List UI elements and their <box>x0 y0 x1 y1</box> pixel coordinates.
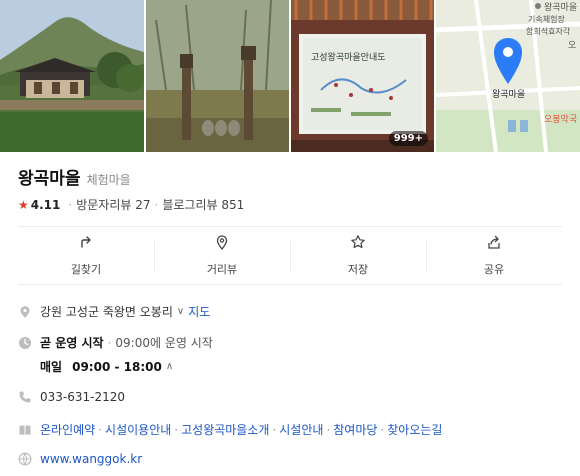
phone-row: 033-631-2120 <box>18 390 125 404</box>
rating-score: 4.11 <box>30 197 61 212</box>
chevron-down-icon[interactable]: ∨ <box>177 306 184 317</box>
share-icon <box>486 234 502 254</box>
title-row: 왕곡마을 체험마을 <box>18 164 131 189</box>
map-link[interactable]: 지도 <box>188 303 210 320</box>
menu-link-online-reservation[interactable]: 온라인예약 <box>40 421 95 438</box>
street-view-label: 거리뷰 <box>206 263 238 276</box>
directions-label: 길찾기 <box>70 263 102 276</box>
menu-links-row: 온라인예약 · 시설이용안내 · 고성왕곡마을소개 · 시설안내 · 참여마당 … <box>18 421 442 438</box>
menu-link-village-intro[interactable]: 고성왕곡마을소개 <box>181 421 269 438</box>
website-link[interactable]: www.wanggok.kr <box>40 452 142 466</box>
place-card: 고성왕곡마을안내도 999+ 왕곡마을 기속체험장 함희석효자각 오 왕곡마을 … <box>0 0 580 476</box>
svg-text:왕곡마을: 왕곡마을 <box>492 89 525 100</box>
rating-star-icon: ★ <box>18 197 29 212</box>
directions-icon <box>78 234 94 254</box>
street-view-icon <box>214 234 230 254</box>
menu-link-facility-usage[interactable]: 시설이용안내 <box>105 421 171 438</box>
hours-days: 매일 <box>40 360 63 374</box>
svg-text:기속체험장: 기속체험장 <box>528 14 565 24</box>
svg-text:고성왕곡마을안내도: 고성왕곡마을안내도 <box>311 52 386 63</box>
svg-text:오봉막국: 오봉막국 <box>544 114 577 125</box>
hours-status: 곧 운영 시작 <box>40 336 104 350</box>
photo-totem-poles[interactable] <box>146 0 289 152</box>
hours-range: 09:00 - 18:00 <box>72 359 162 374</box>
hours-status-row: 곧 운영 시작 · 09:00에 운영 시작 <box>18 334 213 351</box>
svg-text:함희석효자각: 함희석효자각 <box>526 26 571 36</box>
hours-note: 09:00에 운영 시작 <box>115 336 213 350</box>
blog-reviews-link[interactable]: 블로그리뷰 851 <box>162 196 244 213</box>
photo-count-badge[interactable]: 999+ <box>388 131 428 146</box>
phone-icon <box>18 390 32 404</box>
photo-village-house[interactable] <box>0 0 144 152</box>
rating-row: ★ 4.11 · 방문자리뷰 27 · 블로그리뷰 851 <box>18 196 244 213</box>
menu-links: 온라인예약 · 시설이용안내 · 고성왕곡마을소개 · 시설안내 · 참여마당 … <box>40 421 443 438</box>
photo-strip: 고성왕곡마을안내도 999+ 왕곡마을 기속체험장 함희석효자각 오 왕곡마을 … <box>0 0 580 152</box>
separator-dot: · <box>154 197 159 212</box>
address-text: 강원 고성군 죽왕면 오봉리 <box>40 305 173 319</box>
separator-dot: · <box>68 197 73 212</box>
chevron-up-icon[interactable]: ∧ <box>166 361 173 372</box>
globe-icon <box>18 452 32 466</box>
place-category: 체험마을 <box>86 173 131 187</box>
save-label: 저장 <box>347 263 369 276</box>
share-button[interactable]: 공유 <box>426 227 562 284</box>
location-pin-icon <box>18 305 32 319</box>
save-button[interactable]: 저장 <box>290 227 426 284</box>
place-name[interactable]: 왕곡마을 <box>18 164 81 189</box>
map-thumbnail[interactable]: 왕곡마을 기속체험장 함희석효자각 오 왕곡마을 오봉막국 <box>436 0 580 152</box>
svg-text:왕곡마을: 왕곡마을 <box>544 2 577 13</box>
share-label: 공유 <box>483 263 505 276</box>
book-icon <box>18 423 32 437</box>
photo-village-guide-sign[interactable]: 고성왕곡마을안내도 999+ <box>291 0 434 152</box>
menu-link-facility-guide[interactable]: 시설안내 <box>279 421 323 438</box>
separator-dot: · <box>107 335 112 350</box>
address-row: 강원 고성군 죽왕면 오봉리 ∨ 지도 <box>18 303 210 320</box>
hours-detail-row[interactable]: 매일 09:00 - 18:00 ∧ <box>40 358 177 375</box>
star-icon <box>350 234 366 254</box>
menu-link-participation[interactable]: 참여마당 <box>333 421 377 438</box>
action-bar: 길찾기 거리뷰 저장 공유 <box>18 226 562 285</box>
phone-number[interactable]: 033-631-2120 <box>40 390 125 404</box>
street-view-button[interactable]: 거리뷰 <box>154 227 290 284</box>
svg-text:오: 오 <box>568 40 576 51</box>
menu-link-directions[interactable]: 찾아오는길 <box>387 421 442 438</box>
website-row: www.wanggok.kr <box>18 452 142 466</box>
visitor-reviews-link[interactable]: 방문자리뷰 27 <box>76 196 150 213</box>
directions-button[interactable]: 길찾기 <box>18 227 154 284</box>
clock-icon <box>18 336 32 350</box>
